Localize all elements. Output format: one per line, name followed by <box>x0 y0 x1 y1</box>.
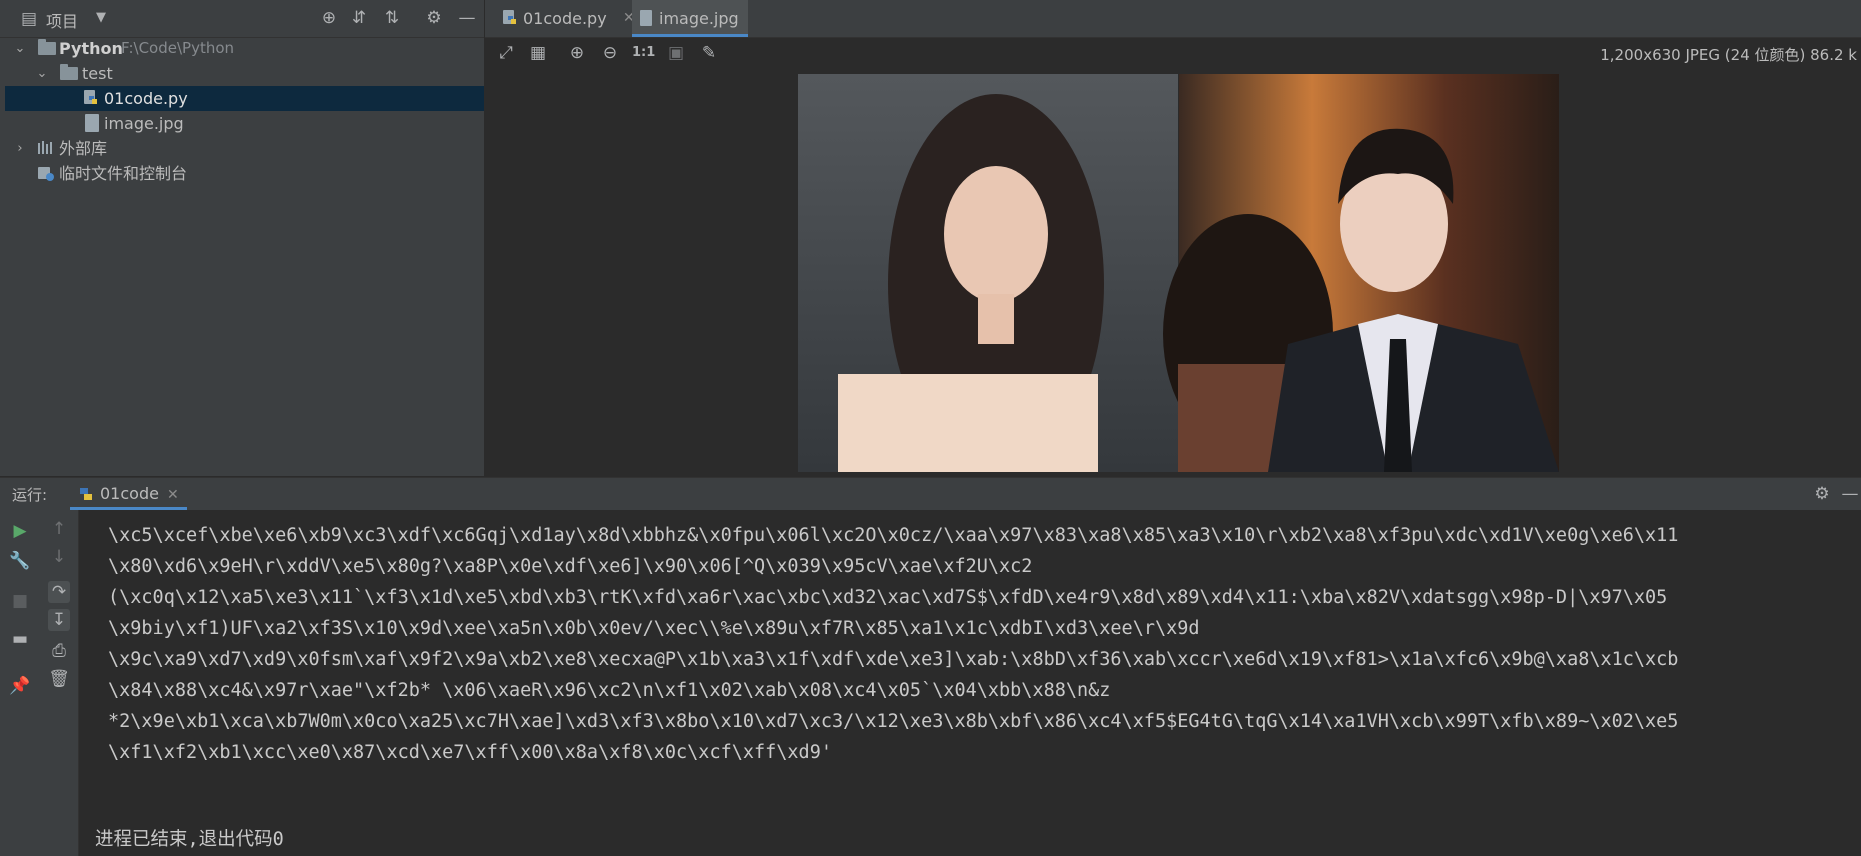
project-panel: ▤ 项目 ▼ ⊕ ⇵ ⇅ ⚙ — ⌄ Python F:\Code\Python… <box>0 0 485 476</box>
arrow-up-icon[interactable]: ↑ <box>48 518 70 540</box>
run-toolbar: 运行: 01code ✕ ⚙ — <box>0 477 1861 511</box>
project-panel-title[interactable]: 项目 <box>46 8 78 32</box>
root-folder-path: F:\Code\Python <box>121 39 235 57</box>
console-line: \x9biy\xf1)UF\xa2\xf3S\x10\x9d\xee\xa5n\… <box>108 618 1200 639</box>
tab-label: 01code.py <box>523 9 607 28</box>
run-label: 运行: <box>12 486 48 504</box>
chevron-down-icon[interactable]: ⌄ <box>13 36 27 61</box>
scratches-label: 临时文件和控制台 <box>59 164 188 183</box>
zoom-out-icon[interactable]: ⊖ <box>599 42 621 64</box>
face <box>944 166 1048 302</box>
image-file-icon <box>640 10 652 26</box>
layout-icon[interactable]: ▬ <box>9 628 31 650</box>
fit-window-icon[interactable]: ▣ <box>665 42 687 64</box>
tree-item-image[interactable]: image.jpg <box>5 111 484 136</box>
external-libs-label: 外部库 <box>59 139 108 158</box>
arrow-down-icon[interactable]: ↓ <box>48 546 70 568</box>
project-view-icon[interactable]: ▤ <box>18 8 40 30</box>
project-panel-header: ▤ 项目 ▼ ⊕ ⇵ ⇅ ⚙ — <box>0 0 484 38</box>
grid-icon[interactable]: ▦ <box>527 42 549 64</box>
tree-item-external-libs[interactable]: › 外部库 <box>5 136 484 161</box>
console-line: \x84\x88\xc4&\x97r\xae"\xf2b* \x06\xaeR\… <box>108 680 1111 701</box>
gear-icon[interactable]: ⚙ <box>423 7 445 29</box>
minimize-icon[interactable]: — <box>1839 483 1861 505</box>
console-line: \x80\xd6\x9eH\r\xddV\xe5\x80g?\xa8P\x0e\… <box>108 556 1033 577</box>
close-icon[interactable]: ✕ <box>167 487 179 503</box>
wrench-icon[interactable]: 🔧 <box>9 550 31 572</box>
python-icon <box>80 488 92 500</box>
tab-01code[interactable]: 01code.py ✕ <box>497 0 635 37</box>
file-name: image.jpg <box>104 114 184 133</box>
neck <box>978 294 1014 344</box>
image-file-icon <box>85 114 99 132</box>
image-preview[interactable] <box>798 74 1559 472</box>
chevron-down-icon[interactable]: ⌄ <box>35 61 49 86</box>
console-line: \xf1\xf2\xb1\xcc\xe0\x87\xcd\xe7\xff\x00… <box>108 742 832 763</box>
console-line: (\xc0q\x12\xa5\xe3\x11`\xf3\x1d\xe5\xbd\… <box>108 587 1668 608</box>
console-line: \x9c\xa9\xd7\xd9\x0fsm\xaf\x9f2\x9a\xb2\… <box>108 649 1679 670</box>
gear-icon[interactable]: ⚙ <box>1811 483 1833 505</box>
tree-item-scratches[interactable]: 临时文件和控制台 <box>5 161 484 186</box>
expand-all-icon[interactable]: ⇵ <box>348 7 370 29</box>
file-name: 01code.py <box>104 89 188 108</box>
blouse <box>838 374 1098 472</box>
scroll-to-end-icon[interactable]: ↧ <box>48 609 70 631</box>
tab-label: image.jpg <box>659 9 739 28</box>
image-info: 1,200x630 JPEG (24 位颜色) 86.2 k <box>1600 46 1857 64</box>
image-toolbar: ⤢ ▦ ⊕ ⊖ 1:1 ▣ ✎ 1,200x630 JPEG (24 位颜色) … <box>485 38 1861 68</box>
actual-size-icon[interactable]: 1:1 <box>632 42 655 64</box>
color-picker-icon[interactable]: ✎ <box>698 42 720 64</box>
console-line: *2\x9e\xb1\xca\xb7W0m\x0co\xa25\xc7H\xae… <box>108 711 1679 732</box>
editor-tabs: 01code.py ✕ image.jpg <box>485 0 1861 38</box>
exit-message: 进程已结束,退出代码0 <box>95 829 284 850</box>
run-tab-01code[interactable]: 01code ✕ <box>70 478 187 510</box>
trash-icon[interactable]: 🗑 <box>48 668 70 690</box>
rerun-icon[interactable]: ▶ <box>9 520 31 542</box>
tree-item-test[interactable]: ⌄ test <box>5 61 484 86</box>
tree-item-01code[interactable]: 01code.py <box>5 86 484 111</box>
run-side-toolbar: ▶ 🔧 ■ ▬ 📌 <box>0 510 40 856</box>
run-tab-label: 01code <box>100 484 159 503</box>
python-file-icon <box>503 10 516 24</box>
zoom-in-icon[interactable]: ⊕ <box>566 42 588 64</box>
library-icon <box>38 141 52 154</box>
console-toolbar: ↑ ↓ ↷ ↧ ⎙ 🗑 <box>40 510 79 856</box>
fit-zoom-icon[interactable]: ⤢ <box>495 42 517 64</box>
stop-icon[interactable]: ■ <box>9 590 31 612</box>
scratches-icon <box>38 167 54 181</box>
console-line: \xc5\xcef\xbe\xe6\xb9\xc3\xdf\xc6Gqj\xd1… <box>108 525 1679 546</box>
minimize-icon[interactable]: — <box>456 7 478 29</box>
folder-icon <box>60 64 78 80</box>
collapse-all-icon[interactable]: ⇅ <box>381 7 403 29</box>
tab-image[interactable]: image.jpg <box>632 0 748 37</box>
chevron-down-icon[interactable]: ▼ <box>90 7 112 29</box>
root-folder-name: Python <box>59 39 123 58</box>
tree-item-python-root[interactable]: ⌄ Python F:\Code\Python <box>5 36 484 61</box>
locate-icon[interactable]: ⊕ <box>318 7 340 29</box>
pin-icon[interactable]: 📌 <box>9 675 31 697</box>
chevron-right-icon[interactable]: › <box>13 136 27 161</box>
python-file-icon <box>84 90 97 104</box>
folder-icon <box>38 39 56 55</box>
print-icon[interactable]: ⎙ <box>48 640 70 662</box>
folder-name: test <box>82 64 113 83</box>
console-output[interactable]: \xc5\xcef\xbe\xe6\xb9\xc3\xdf\xc6Gqj\xd1… <box>79 510 1861 856</box>
soft-wrap-icon[interactable]: ↷ <box>48 581 70 603</box>
